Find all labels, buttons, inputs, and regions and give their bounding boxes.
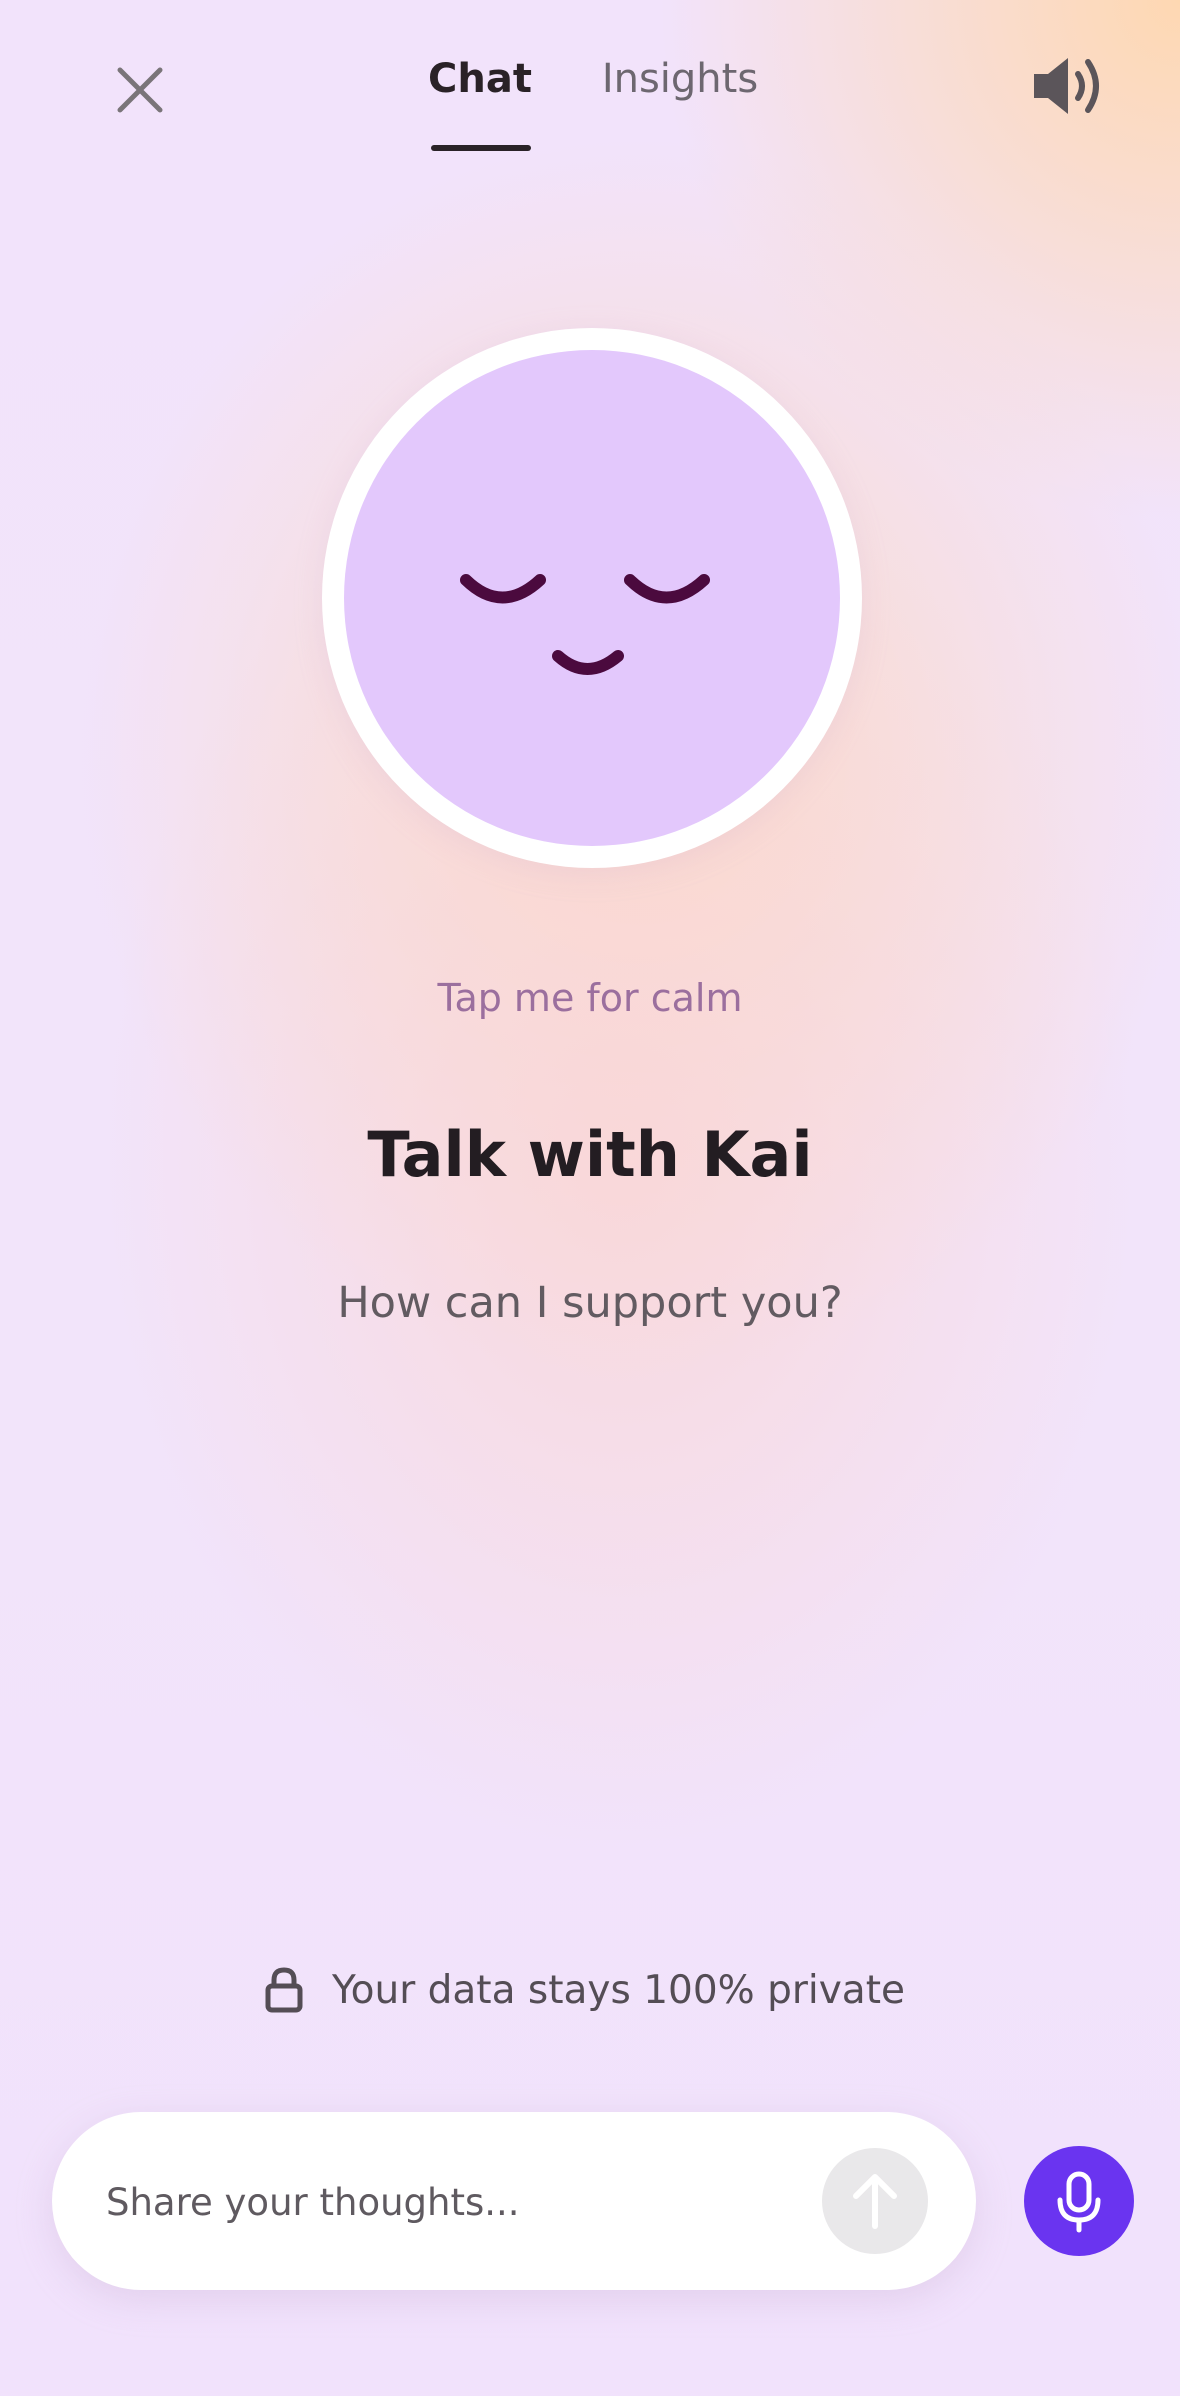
message-input[interactable]: [104, 2164, 808, 2240]
arrow-up-icon: [853, 2174, 897, 2229]
tab-chat[interactable]: Chat: [420, 56, 540, 102]
avatar-face: [344, 350, 840, 846]
kai-avatar[interactable]: [322, 328, 862, 868]
tab-insights[interactable]: Insights: [590, 56, 770, 102]
sound-button[interactable]: [1024, 46, 1114, 126]
send-button[interactable]: [822, 2148, 928, 2254]
message-composer: [52, 2112, 976, 2290]
close-button[interactable]: [100, 50, 180, 130]
privacy-text: Your data stays 100% private: [332, 1967, 905, 2013]
speaker-icon: [1034, 58, 1099, 114]
page-title: Talk with Kai: [367, 1118, 813, 1191]
close-icon: [117, 67, 163, 113]
calm-face-icon: [460, 574, 710, 675]
privacy-note: Your data stays 100% private: [264, 1960, 905, 2020]
lock-icon: [265, 1967, 303, 2013]
page-subtitle: How can I support you?: [337, 1278, 843, 1328]
active-tab-indicator: [431, 145, 531, 151]
tap-hint: Tap me for calm: [437, 976, 743, 1020]
microphone-button[interactable]: [1024, 2146, 1134, 2256]
microphone-icon: [1057, 2171, 1101, 2233]
